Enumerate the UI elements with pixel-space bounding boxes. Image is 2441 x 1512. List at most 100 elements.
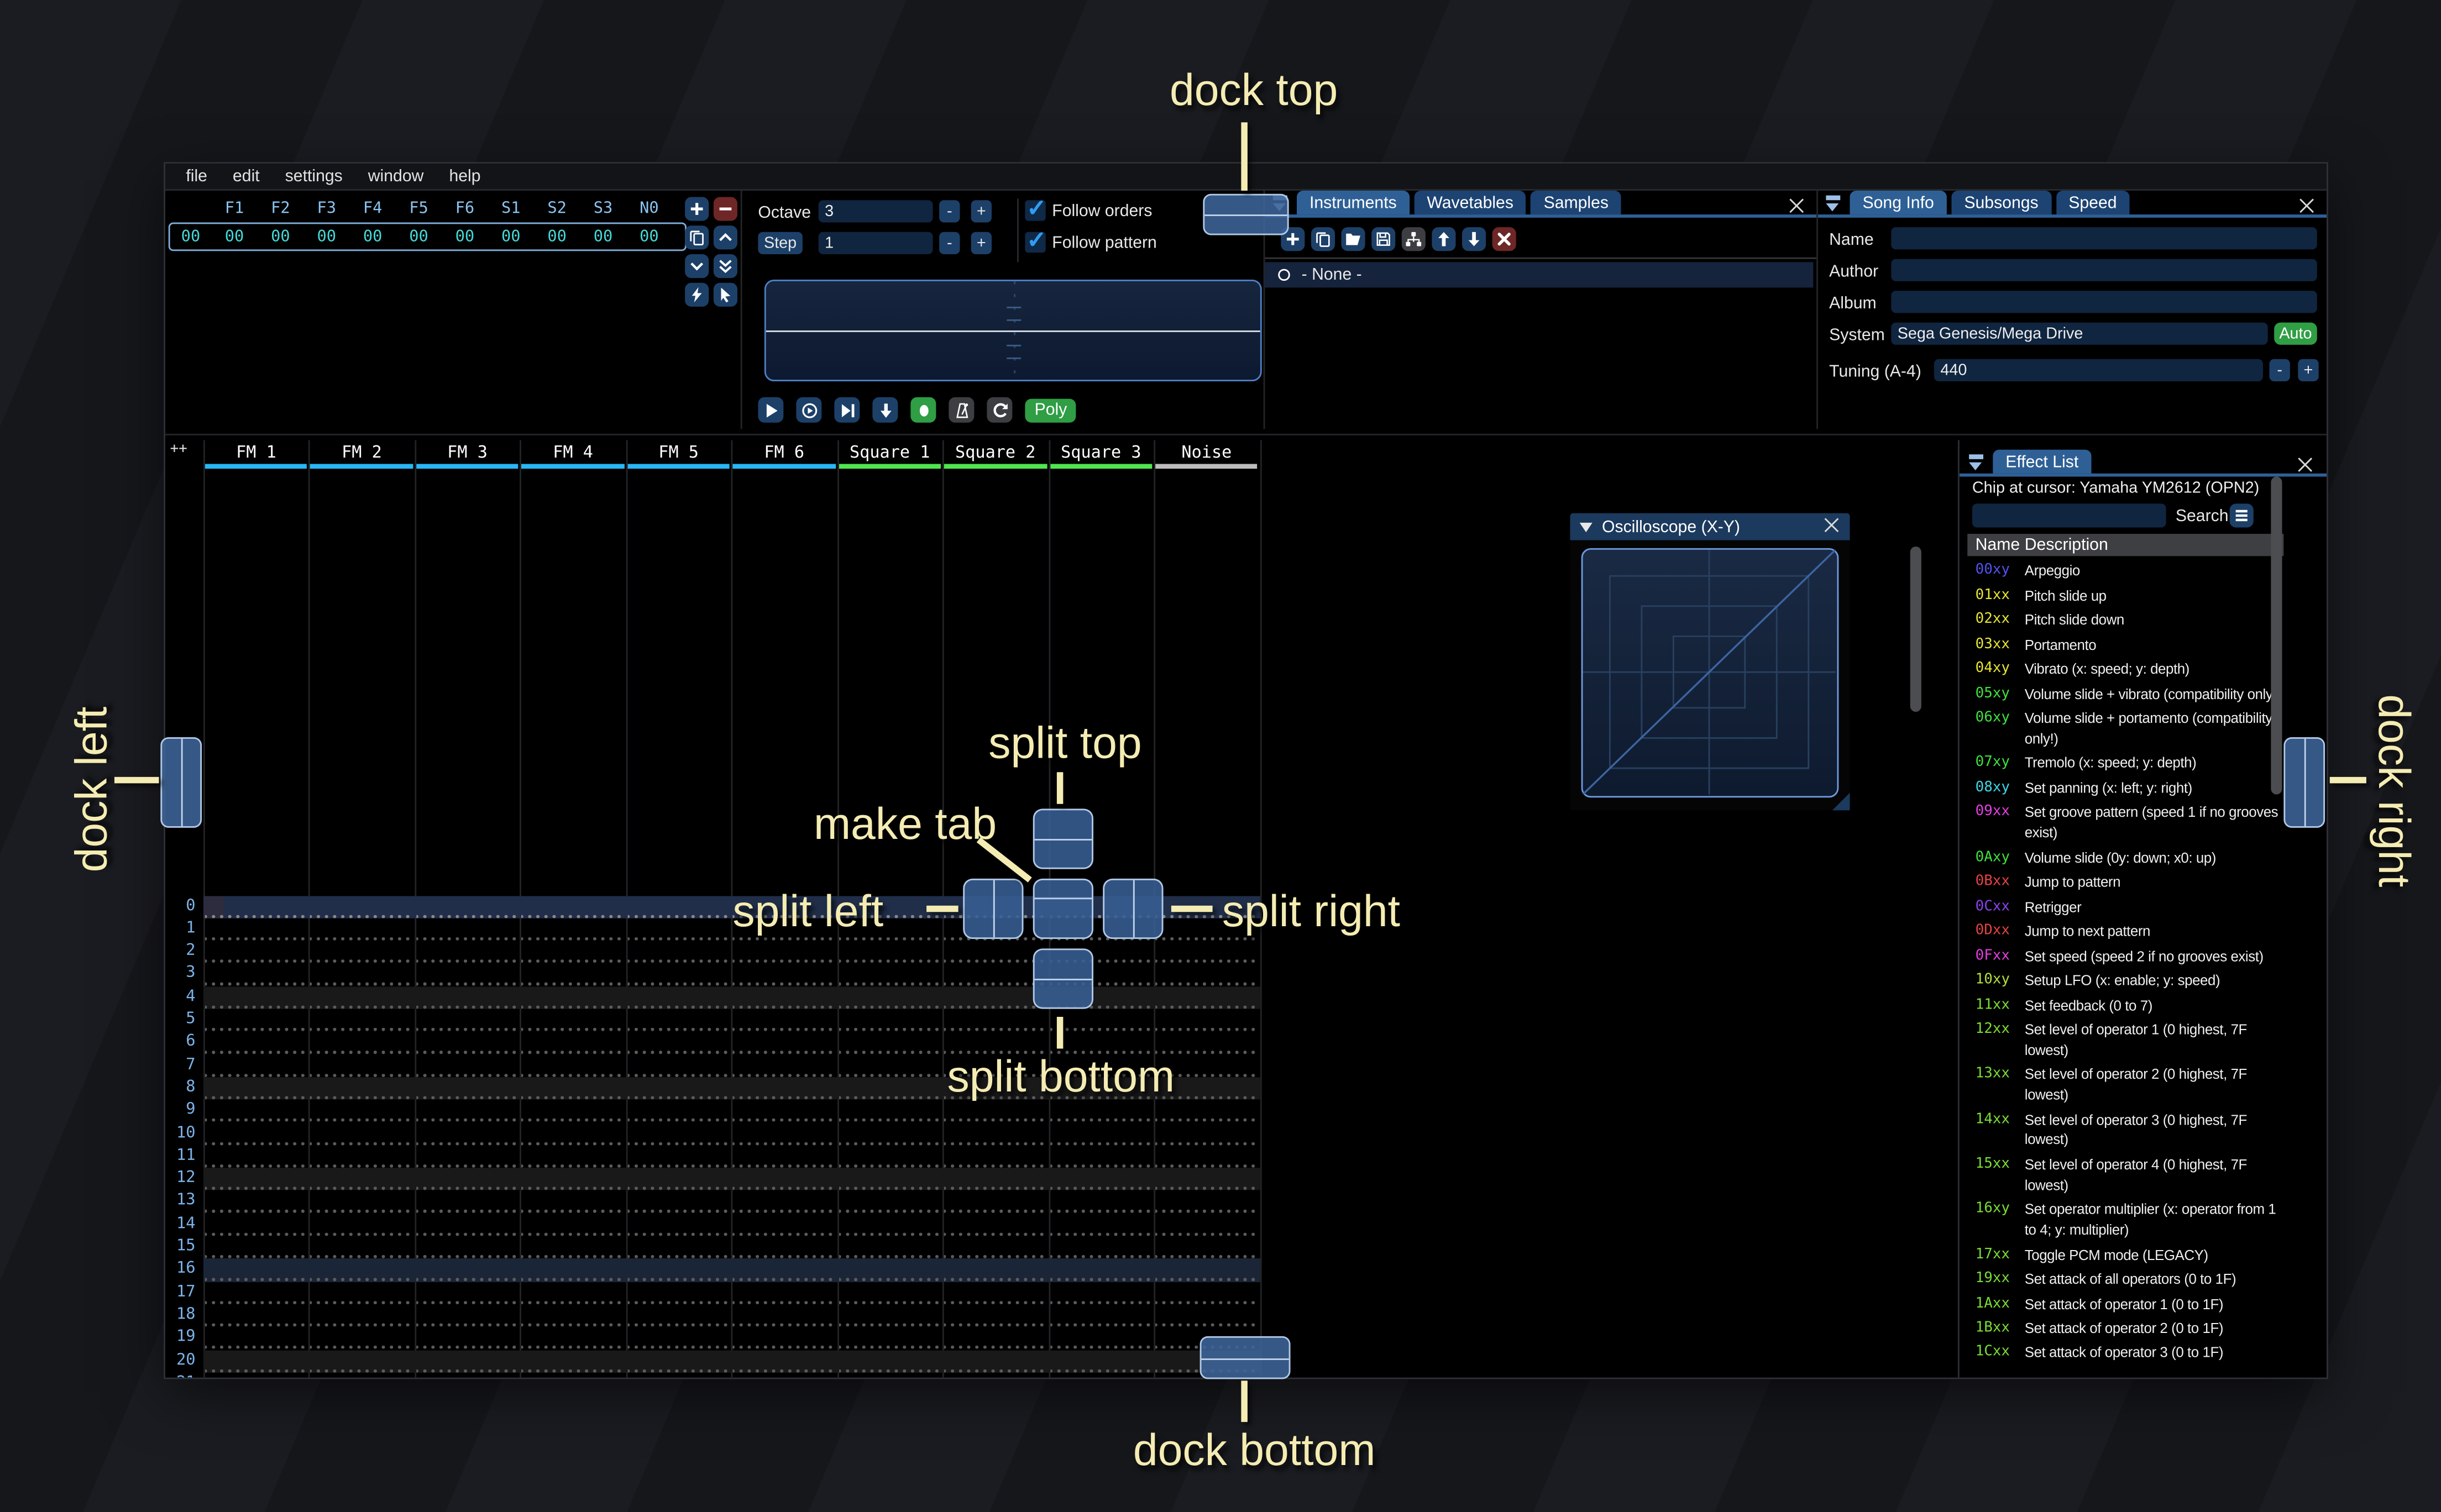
pattern-cell[interactable] — [1155, 1168, 1258, 1191]
effect-list-scrollbar-thumb[interactable] — [2271, 476, 2282, 795]
effect-row-1Axx[interactable]: 1Axx Set attack of operator 1 (0 to 1F) — [1967, 1292, 2301, 1317]
pattern-cell[interactable] — [627, 1145, 730, 1168]
tuning-input[interactable] — [1934, 359, 2263, 381]
hamburger-menu-icon[interactable] — [2229, 503, 2254, 528]
play-from-cursor-button[interactable] — [834, 397, 860, 423]
pattern-cell[interactable] — [627, 895, 730, 918]
pattern-cell[interactable] — [733, 1213, 836, 1236]
pattern-cell[interactable] — [733, 1258, 836, 1282]
pattern-cell[interactable] — [1155, 1100, 1258, 1123]
pattern-row-6[interactable]: 6 — [165, 1031, 1260, 1054]
pattern-cell[interactable] — [521, 1122, 625, 1146]
pattern-cell[interactable] — [839, 1372, 941, 1378]
pattern-cell[interactable] — [627, 1258, 730, 1282]
pattern-cell[interactable] — [1050, 1258, 1153, 1282]
effect-row-07xy[interactable]: 07xy Tremolo (x: speed; y: depth) — [1967, 752, 2301, 776]
pattern-cell[interactable] — [627, 1213, 730, 1236]
pattern-cell[interactable] — [944, 1236, 1047, 1259]
instrument-list-item[interactable]: - None - — [1265, 262, 1814, 288]
pattern-cell[interactable] — [521, 1168, 625, 1191]
pattern-row-11[interactable]: 11 — [165, 1145, 1260, 1168]
pattern-cell[interactable] — [521, 1213, 625, 1236]
pattern-cell[interactable] — [627, 1031, 730, 1054]
tuning-decrease-button[interactable]: - — [2269, 359, 2290, 381]
pattern-cell[interactable] — [205, 1281, 308, 1305]
pattern-scrollbar-thumb[interactable] — [1910, 547, 1921, 712]
effect-row-00xy[interactable]: 00xy Arpeggio — [1967, 559, 2301, 584]
pattern-cell[interactable] — [521, 1145, 625, 1168]
pattern-row-10[interactable]: 10 — [165, 1122, 1260, 1146]
pattern-cell[interactable] — [1050, 1304, 1153, 1327]
pattern-cell[interactable] — [839, 1327, 941, 1350]
pattern-cell[interactable] — [839, 1281, 941, 1305]
channel-header-square-1[interactable]: Square 1 — [837, 440, 942, 464]
channel-header-noise[interactable]: Noise — [1154, 440, 1259, 464]
effect-row-13xx[interactable]: 13xx Set level of operator 2 (0 highest, … — [1967, 1063, 2301, 1108]
pattern-row-20[interactable]: 20 — [165, 1350, 1260, 1373]
pattern-cell[interactable] — [521, 1009, 625, 1032]
pattern-cell[interactable] — [733, 1350, 836, 1373]
pattern-cell[interactable] — [416, 1258, 519, 1282]
tab-subsongs[interactable]: Subsongs — [1951, 191, 2051, 215]
pattern-row-16[interactable]: 16 — [165, 1258, 1260, 1282]
make-tab-target[interactable] — [1033, 878, 1093, 939]
pattern-cell[interactable] — [416, 918, 519, 941]
step-input[interactable] — [818, 232, 933, 254]
pattern-cell[interactable] — [205, 1190, 308, 1214]
pattern-cell[interactable] — [1050, 1236, 1153, 1259]
pattern-cell[interactable] — [1050, 1281, 1153, 1305]
pattern-cell[interactable] — [1050, 1372, 1153, 1378]
pattern-cell[interactable] — [839, 1168, 941, 1191]
song-album-input[interactable] — [1891, 291, 2317, 313]
pattern-cell[interactable] — [944, 1327, 1047, 1350]
pattern-cell[interactable] — [839, 1031, 941, 1054]
pattern-cell[interactable] — [521, 1236, 625, 1259]
pattern-cell[interactable] — [944, 963, 1047, 986]
pattern-cell[interactable] — [1155, 1031, 1258, 1054]
pattern-cell[interactable] — [310, 1031, 413, 1054]
pattern-cell[interactable] — [310, 895, 413, 918]
pattern-cell[interactable] — [416, 1213, 519, 1236]
pattern-cell[interactable] — [310, 1122, 413, 1146]
order-value-S2[interactable]: 00 — [534, 229, 580, 246]
pattern-cell[interactable] — [310, 1350, 413, 1373]
follow-orders-checkbox[interactable]: ✓ Follow orders — [1025, 196, 1152, 223]
pattern-cell[interactable] — [944, 1122, 1047, 1146]
pattern-cell[interactable] — [944, 1100, 1047, 1123]
pattern-cell[interactable] — [839, 1009, 941, 1032]
pattern-cell[interactable] — [1155, 963, 1258, 986]
effect-row-0Fxx[interactable]: 0Fxx Set speed (speed 2 if no grooves exi… — [1967, 944, 2301, 969]
order-value-S3[interactable]: 00 — [580, 229, 626, 246]
pattern-cell[interactable] — [839, 1077, 941, 1100]
pattern-cell[interactable] — [310, 1054, 413, 1077]
system-auto-button[interactable]: Auto — [2274, 322, 2317, 345]
pattern-cell[interactable] — [733, 1009, 836, 1032]
pattern-cell[interactable] — [416, 1236, 519, 1259]
save-instrument[interactable] — [1371, 227, 1396, 251]
pattern-cell[interactable] — [944, 1009, 1047, 1032]
pattern-cell[interactable] — [416, 1350, 519, 1373]
pattern-cell[interactable] — [944, 1031, 1047, 1054]
move-instrument-up[interactable] — [1432, 227, 1456, 251]
pattern-cell[interactable] — [944, 1190, 1047, 1214]
pattern-cell[interactable] — [205, 941, 308, 964]
pattern-cell[interactable] — [1155, 1213, 1258, 1236]
pattern-cell[interactable] — [733, 1236, 836, 1259]
pattern-cell[interactable] — [310, 986, 413, 1009]
move-instrument-down[interactable] — [1462, 227, 1486, 251]
pattern-cell[interactable] — [627, 941, 730, 964]
channel-expand-button[interactable]: ++ — [170, 442, 187, 458]
remove-order[interactable] — [713, 197, 737, 221]
pattern-cell[interactable] — [310, 1077, 413, 1100]
effect-row-16xy[interactable]: 16xy Set operator multiplier (x: operator… — [1967, 1198, 2301, 1243]
pattern-cell[interactable] — [1050, 1350, 1153, 1373]
effect-row-09xx[interactable]: 09xx Set groove pattern (speed 1 if no gr… — [1967, 801, 2301, 846]
effect-row-06xy[interactable]: 06xy Volume slide + portamento (compatibi… — [1967, 707, 2301, 752]
close-icon[interactable] — [1823, 516, 1841, 534]
pattern-cell[interactable] — [944, 1168, 1047, 1191]
pattern-cell[interactable] — [205, 1054, 308, 1077]
record-button[interactable] — [910, 397, 936, 423]
pattern-cell[interactable] — [416, 963, 519, 986]
order-value-F1[interactable]: 00 — [211, 229, 257, 246]
pattern-cell[interactable] — [627, 1054, 730, 1077]
